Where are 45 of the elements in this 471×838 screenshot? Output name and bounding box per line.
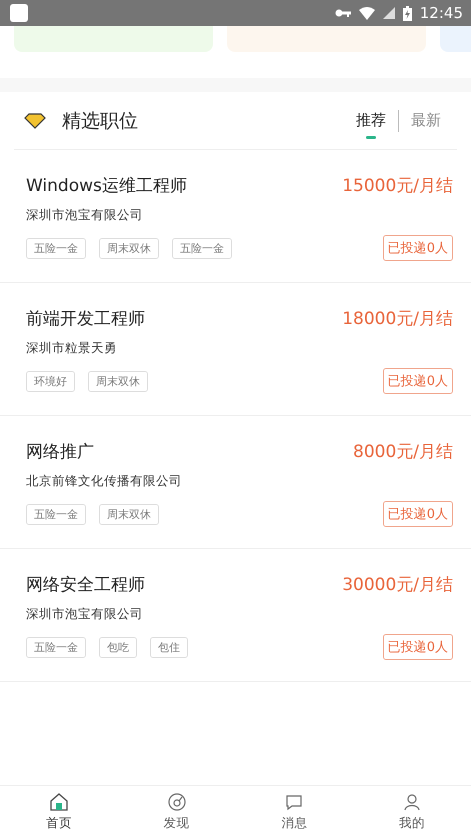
applicant-count: 已投递0人 xyxy=(382,501,453,527)
salary: 15000元/月结 xyxy=(342,175,453,197)
section-title: 精选职位 xyxy=(62,108,139,134)
nav-tab[interactable]: 发现 xyxy=(118,786,236,838)
compass-icon xyxy=(166,792,187,812)
signal-icon xyxy=(382,7,395,19)
nav-tab[interactable]: 消息 xyxy=(236,786,354,838)
nav-tab[interactable]: 首页 xyxy=(0,786,118,838)
company-name: 深圳市粒景天勇 xyxy=(26,340,118,357)
company-name: 深圳市泡宝有限公司 xyxy=(26,606,144,623)
benefit-tag: 周末双休 xyxy=(99,238,159,258)
applicant-count: 已投递0人 xyxy=(382,235,453,261)
salary: 18000元/月结 xyxy=(342,308,453,330)
benefit-tag: 五险一金 xyxy=(26,636,86,658)
nav-tab[interactable]: 我的 xyxy=(353,786,471,838)
benefit-tag: 五险一金 xyxy=(172,238,232,258)
benefit-tag: 周末双休 xyxy=(88,370,148,392)
shortcut-card[interactable] xyxy=(227,26,426,52)
shortcut-card[interactable] xyxy=(14,26,213,52)
job-title[interactable]: Windows运维工程师 xyxy=(26,174,187,197)
benefit-tag: 五险一金 xyxy=(26,238,86,258)
wifi-icon xyxy=(358,6,375,20)
job-title[interactable]: 网络安全工程师 xyxy=(26,573,145,596)
job-title[interactable]: 网络推广 xyxy=(26,440,94,463)
benefit-tag: 环境好 xyxy=(26,370,75,392)
applicant-count: 已投递0人 xyxy=(382,368,453,394)
benefit-tag: 包吃 xyxy=(99,636,137,658)
applicant-count: 已投递0人 xyxy=(382,634,453,660)
benefit-tag: 五险一金 xyxy=(26,504,86,524)
salary: 8000元/月结 xyxy=(353,441,453,463)
key-icon xyxy=(334,8,351,18)
company-name: 北京前锋文化传播有限公司 xyxy=(26,473,183,490)
clock-time: 12:45 xyxy=(420,4,463,22)
sort-tab[interactable]: 最新 xyxy=(399,101,453,140)
company-name: 深圳市泡宝有限公司 xyxy=(26,207,144,224)
person-icon xyxy=(402,792,422,812)
battery-icon xyxy=(402,6,412,20)
salary: 30000元/月结 xyxy=(342,574,453,596)
sort-tab[interactable]: 推荐 xyxy=(344,101,398,140)
notification-icon xyxy=(10,4,28,22)
job-title[interactable]: 前端开发工程师 xyxy=(26,307,145,330)
home-icon xyxy=(48,792,69,812)
benefit-tag: 包住 xyxy=(150,636,188,658)
benefit-tag: 周末双休 xyxy=(99,504,159,524)
diamond-icon xyxy=(24,112,46,128)
